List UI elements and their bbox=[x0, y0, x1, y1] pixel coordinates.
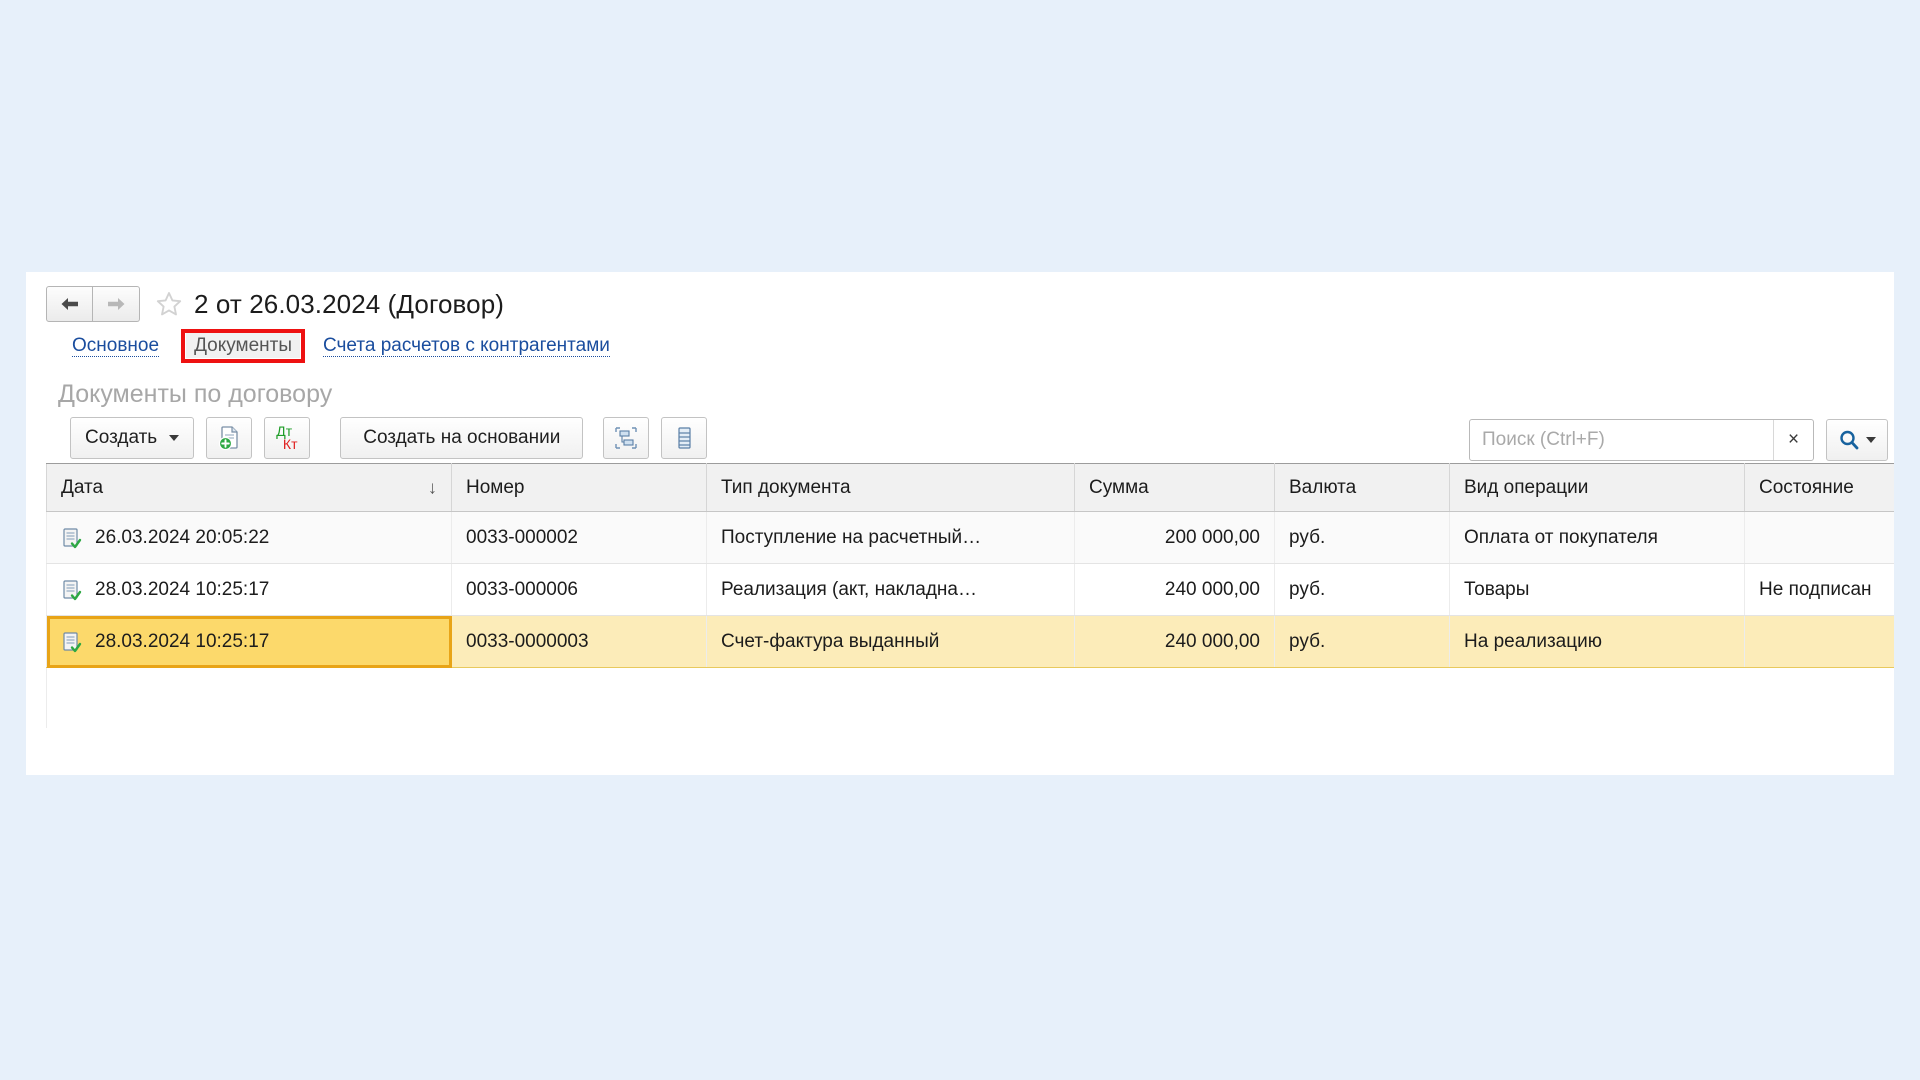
column-header-state[interactable]: Состояние bbox=[1745, 464, 1895, 512]
report-structure-icon bbox=[613, 425, 639, 451]
table-header-row: Дата ↓ Номер Тип документа Сумма Валюта … bbox=[47, 464, 1895, 512]
favorite-star-button[interactable] bbox=[154, 289, 184, 319]
create-button[interactable]: Создать bbox=[70, 417, 194, 459]
create-new-document-button[interactable] bbox=[206, 417, 252, 459]
cell-date-text: 28.03.2024 10:25:17 bbox=[95, 579, 269, 601]
register-records-icon bbox=[671, 425, 697, 451]
page-title: 2 от 26.03.2024 (Договор) bbox=[194, 289, 504, 320]
search-options-button[interactable] bbox=[1826, 419, 1888, 461]
cell-currency[interactable]: руб. bbox=[1275, 616, 1450, 668]
nav-link-wrap-dokumenty: Документы bbox=[181, 329, 305, 363]
cell-date[interactable]: 26.03.2024 20:05:22 bbox=[47, 512, 452, 564]
search-clear-button[interactable]: × bbox=[1773, 420, 1813, 460]
form-navigation-panel: Основное Документы Счета расчетов с конт… bbox=[26, 326, 1894, 366]
cell-amount[interactable]: 240 000,00 bbox=[1075, 616, 1275, 668]
forward-button[interactable] bbox=[93, 286, 140, 322]
cell-currency[interactable]: руб. bbox=[1275, 512, 1450, 564]
chevron-down-icon bbox=[1866, 437, 1876, 443]
cell-amount[interactable]: 200 000,00 bbox=[1075, 512, 1275, 564]
column-header-doctype[interactable]: Тип документа bbox=[707, 464, 1075, 512]
arrow-right-icon bbox=[105, 296, 127, 312]
document-posted-icon bbox=[61, 579, 83, 601]
cell-number[interactable]: 0033-000002 bbox=[452, 512, 707, 564]
chevron-down-icon bbox=[169, 435, 179, 441]
column-header-currency-label: Валюта bbox=[1289, 477, 1356, 498]
create-based-on-button[interactable]: Создать на основании bbox=[340, 417, 583, 459]
cell-doctype[interactable]: Поступление на расчетный… bbox=[707, 512, 1075, 564]
search-box[interactable]: × bbox=[1469, 419, 1814, 461]
star-icon bbox=[155, 291, 183, 318]
back-button[interactable] bbox=[46, 286, 93, 322]
arrow-left-icon bbox=[59, 296, 81, 312]
column-header-number-label: Номер bbox=[466, 477, 524, 498]
table-row[interactable]: 28.03.2024 10:25:17 0033-000006 Реализац… bbox=[47, 564, 1895, 616]
nav-link-dokumenty[interactable]: Документы bbox=[186, 333, 300, 358]
column-header-date-label: Дата bbox=[61, 477, 103, 498]
cell-doctype[interactable]: Счет-фактура выданный bbox=[707, 616, 1075, 668]
column-header-operation-label: Вид операции bbox=[1464, 477, 1588, 498]
table-row[interactable]: 28.03.2024 10:25:17 0033-0000003 Счет-фа… bbox=[47, 616, 1895, 668]
cell-date[interactable]: 28.03.2024 10:25:17 bbox=[47, 564, 452, 616]
cell-operation[interactable]: Оплата от покупателя bbox=[1450, 512, 1745, 564]
document-posted-icon bbox=[61, 527, 83, 549]
cell-date[interactable]: 28.03.2024 10:25:17 bbox=[47, 616, 452, 668]
section-title: Документы по договору bbox=[26, 380, 1894, 409]
column-header-amount-label: Сумма bbox=[1089, 477, 1149, 498]
nav-link-scheta-raschetov[interactable]: Счета расчетов с контрагентами bbox=[323, 335, 610, 357]
cell-number[interactable]: 0033-0000003 bbox=[452, 616, 707, 668]
list-toolbar: Создать Дт Кт Создать на основании bbox=[26, 409, 1894, 463]
column-header-date[interactable]: Дата ↓ bbox=[47, 464, 452, 512]
cell-date-text: 28.03.2024 10:25:17 bbox=[95, 631, 269, 653]
cell-currency[interactable]: руб. bbox=[1275, 564, 1450, 616]
show-postings-button[interactable]: Дт Кт bbox=[264, 417, 310, 459]
documents-table: Дата ↓ Номер Тип документа Сумма Валюта … bbox=[46, 463, 1894, 668]
window-titlebar: 2 от 26.03.2024 (Договор) bbox=[26, 272, 1894, 326]
cell-doctype[interactable]: Реализация (акт, накладна… bbox=[707, 564, 1075, 616]
search-input[interactable] bbox=[1470, 429, 1773, 451]
column-header-amount[interactable]: Сумма bbox=[1075, 464, 1275, 512]
history-navigation bbox=[46, 286, 140, 322]
table-row[interactable]: 26.03.2024 20:05:22 0033-000002 Поступле… bbox=[47, 512, 1895, 564]
nav-link-wrap-scheta: Счета расчетов с контрагентами bbox=[323, 334, 610, 358]
nav-link-wrap-osnovnoe: Основное bbox=[72, 334, 159, 358]
kt-label: Кт bbox=[283, 438, 298, 451]
document-posted-icon bbox=[61, 631, 83, 653]
nav-link-osnovnoe[interactable]: Основное bbox=[72, 335, 159, 357]
cell-amount[interactable]: 240 000,00 bbox=[1075, 564, 1275, 616]
cell-state[interactable] bbox=[1745, 512, 1895, 564]
column-header-number[interactable]: Номер bbox=[452, 464, 707, 512]
table-empty-area bbox=[46, 668, 1894, 728]
register-records-button[interactable] bbox=[661, 417, 707, 459]
column-header-operation[interactable]: Вид операции bbox=[1450, 464, 1745, 512]
cell-state[interactable] bbox=[1745, 616, 1895, 668]
sort-descending-icon: ↓ bbox=[428, 477, 437, 498]
cell-number[interactable]: 0033-000006 bbox=[452, 564, 707, 616]
create-based-on-label: Создать на основании bbox=[363, 427, 560, 449]
cell-state[interactable]: Не подписан bbox=[1745, 564, 1895, 616]
column-header-state-label: Состояние bbox=[1759, 477, 1854, 498]
document-add-icon bbox=[216, 425, 242, 451]
cell-operation[interactable]: Товары bbox=[1450, 564, 1745, 616]
postings-dt-kt-icon: Дт Кт bbox=[277, 425, 298, 451]
search-group: × bbox=[1469, 419, 1888, 461]
magnifier-icon bbox=[1838, 429, 1860, 451]
cell-operation[interactable]: На реализацию bbox=[1450, 616, 1745, 668]
create-button-label: Создать bbox=[85, 427, 157, 449]
column-header-doctype-label: Тип документа bbox=[721, 477, 851, 498]
cell-date-text: 26.03.2024 20:05:22 bbox=[95, 527, 269, 549]
document-form-window: 2 от 26.03.2024 (Договор) Основное Докум… bbox=[26, 272, 1894, 775]
column-header-currency[interactable]: Валюта bbox=[1275, 464, 1450, 512]
report-structure-button[interactable] bbox=[603, 417, 649, 459]
